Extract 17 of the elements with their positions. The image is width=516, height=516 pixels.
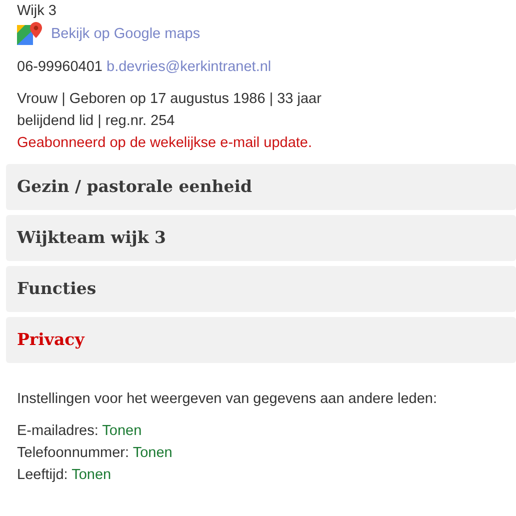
section-header[interactable]: Privacy	[6, 317, 516, 363]
subscription-notice: Geabonneerd op de wekelijkse e-mail update.	[17, 134, 314, 153]
section-header[interactable]: Wijkteam wijk 3	[6, 215, 516, 261]
setting-label: E-mailadres:	[17, 423, 98, 439]
phone-number: 06-99960401	[17, 59, 102, 75]
setting-label: Leeftijd:	[17, 467, 68, 483]
member-details: Vrouw | Geboren op 17 augustus 1986 | 33 jaar	[17, 90, 322, 109]
member-details: belijdend lid | reg.nr. 254	[17, 112, 176, 131]
section-header[interactable]: Gezin / pastorale eenheid	[6, 164, 516, 210]
setting-value: Tonen	[72, 467, 112, 483]
setting-label: Telefoonnummer:	[17, 445, 130, 461]
map-pin-icon	[17, 22, 43, 46]
setting-value: Tonen	[132, 445, 172, 461]
setting-value: Tonen	[102, 423, 142, 439]
privacy-intro: Instellingen voor het weergeven van gegevens aan andere leden:	[17, 390, 438, 409]
district-label: Wijk 3	[17, 2, 58, 21]
section-header[interactable]: Functies	[6, 266, 516, 312]
